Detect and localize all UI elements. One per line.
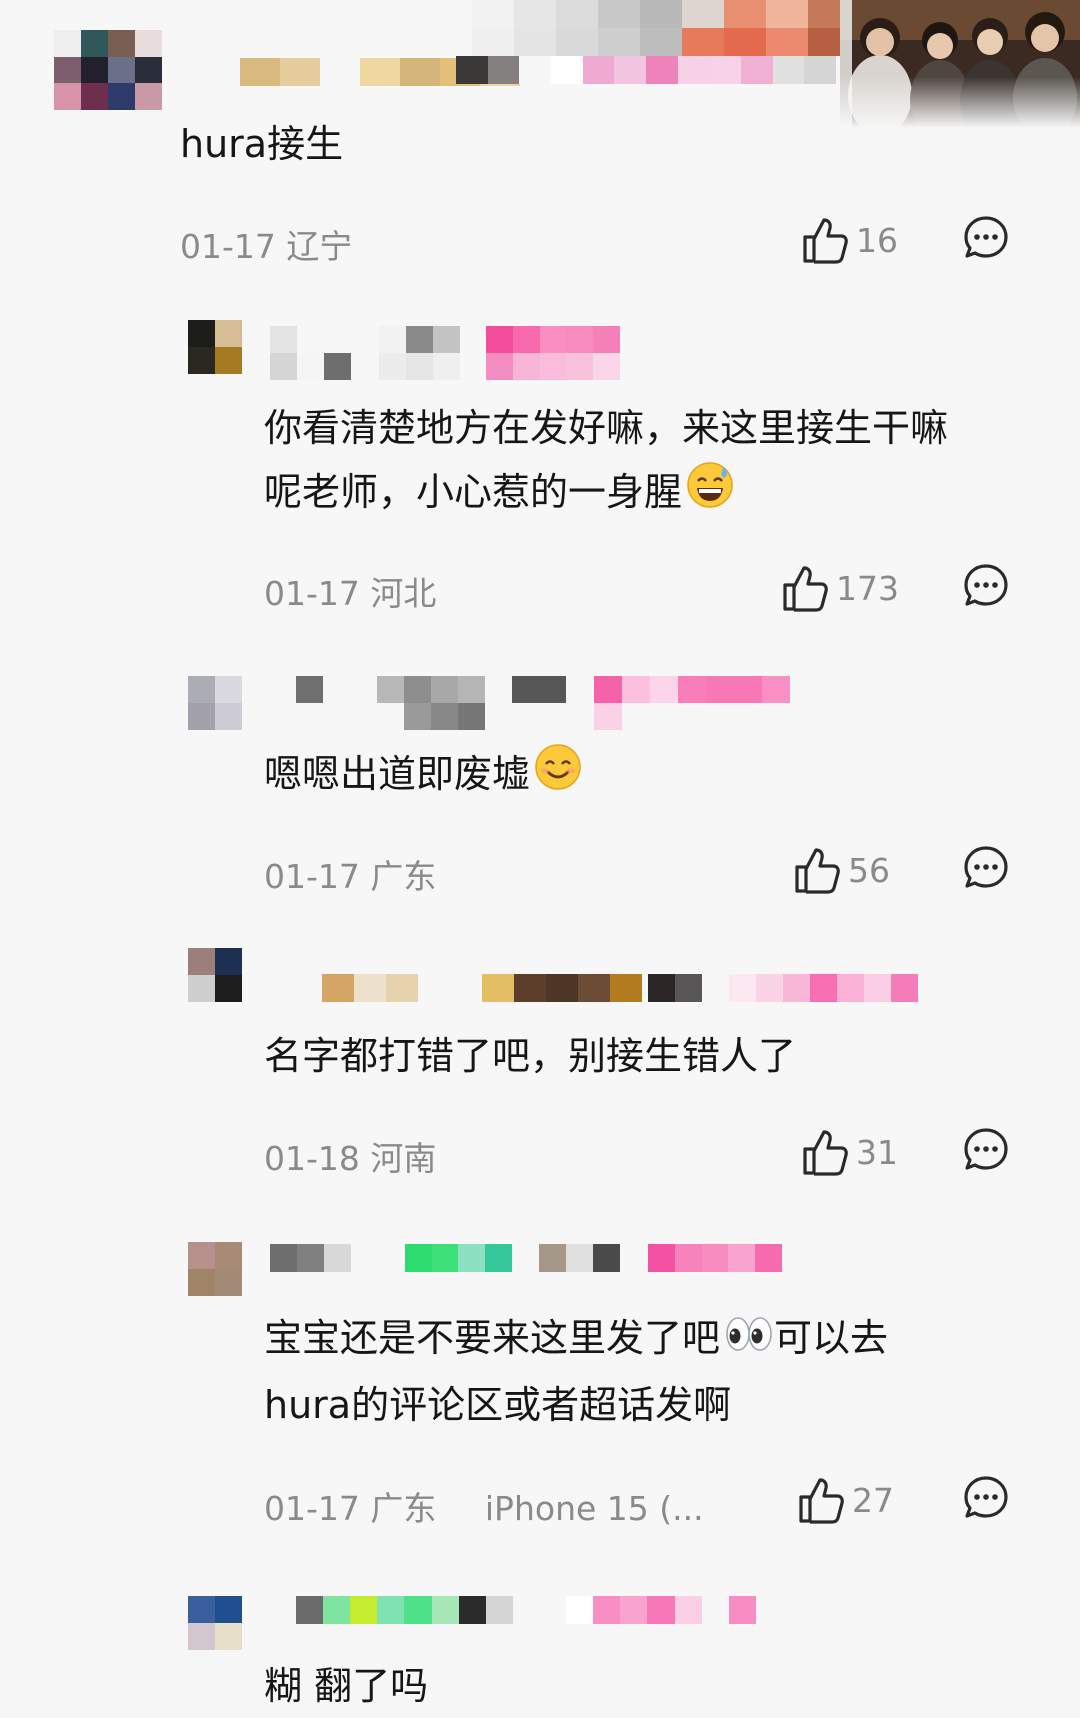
like-button[interactable]: 16 — [802, 216, 898, 264]
comment-meta: 01-17 辽宁 — [180, 220, 352, 268]
comment-date: 01-18 — [264, 1139, 360, 1178]
comment-bubble-icon — [962, 1126, 1010, 1174]
user-badge — [648, 1244, 782, 1272]
comment-meta: 01-18 河南 — [264, 1132, 436, 1180]
reply-button[interactable] — [962, 844, 1010, 892]
thumbs-up-icon — [802, 216, 848, 264]
user-badge — [456, 56, 836, 84]
username[interactable] — [270, 1244, 620, 1272]
like-count: 56 — [848, 850, 890, 890]
comment-meta: 01-17 河北 — [264, 567, 436, 615]
like-button[interactable]: 27 — [798, 1476, 894, 1524]
like-button[interactable]: 56 — [794, 846, 890, 894]
user-badge — [486, 326, 620, 380]
comment-date: 01-17 — [264, 574, 360, 613]
comment-line: 嗯嗯出道即废墟 — [264, 752, 531, 796]
comment-meta: 01-17 广东 iPhone 15 (... — [264, 1482, 704, 1530]
reply-button[interactable] — [962, 1474, 1010, 1522]
comment-text: 你看清楚地方在发好嘛，来这里接生干嘛 呢老师，小心惹的一身腥 — [264, 396, 948, 528]
comment-text: 糊 翻了吗 — [264, 1654, 428, 1718]
like-count: 173 — [836, 568, 899, 608]
avatar[interactable] — [188, 320, 242, 374]
avatar[interactable] — [188, 676, 242, 730]
comment-bubble-icon — [962, 844, 1010, 892]
comment-line: hura的评论区或者超话发啊 — [264, 1382, 732, 1427]
thumbs-up-icon — [802, 1128, 848, 1176]
comment-location: 辽宁 — [286, 227, 353, 266]
header-banner-image — [430, 0, 850, 56]
comment-location: 河北 — [370, 574, 437, 613]
comment-text: 嗯嗯出道即废墟 — [264, 742, 582, 810]
comment-line: 糊 翻了吗 — [264, 1664, 429, 1708]
like-button[interactable]: 31 — [802, 1128, 898, 1176]
comment-device: iPhone 15 (... — [484, 1489, 704, 1528]
thumbs-up-icon — [798, 1476, 844, 1524]
header-photo — [840, 0, 1080, 128]
user-badge — [594, 676, 790, 730]
like-count: 31 — [856, 1132, 898, 1172]
reply-button[interactable] — [962, 1126, 1010, 1174]
comment-line: 名字都打错了吧，别接生错人了 — [264, 1034, 797, 1078]
comment-text: hura接生 — [180, 112, 343, 176]
comment-text: 名字都打错了吧，别接生错人了 — [264, 1024, 796, 1088]
comment-bubble-icon — [962, 562, 1010, 610]
comment-bubble-icon — [962, 214, 1010, 262]
comment-location: 广东 — [370, 857, 437, 896]
thumbs-up-icon — [782, 564, 828, 612]
comment-line: 呢老师，小心惹的一身腥 — [264, 470, 683, 514]
sweat-smile-emoji-icon — [686, 461, 734, 528]
username[interactable] — [270, 326, 460, 380]
avatar[interactable] — [188, 948, 242, 1002]
avatar[interactable] — [188, 1242, 242, 1296]
comment-date: 01-17 — [264, 857, 360, 896]
user-badge — [566, 1596, 756, 1624]
avatar[interactable] — [54, 30, 162, 110]
username[interactable] — [296, 1596, 540, 1624]
comment-meta: 01-17 广东 — [264, 850, 436, 898]
comment-line: 宝宝还是不要来这里发了吧 — [264, 1316, 721, 1360]
reply-button[interactable] — [962, 214, 1010, 262]
comment-location: 河南 — [370, 1139, 437, 1178]
eyes-emoji-icon — [724, 1309, 774, 1373]
comment-date: 01-17 — [180, 227, 276, 266]
like-button[interactable]: 173 — [782, 564, 899, 612]
like-count: 16 — [856, 220, 898, 260]
username[interactable] — [296, 676, 566, 730]
user-badge — [648, 974, 918, 1002]
avatar[interactable] — [188, 1596, 242, 1650]
comment-date: 01-17 — [264, 1489, 360, 1528]
like-count: 27 — [852, 1480, 894, 1520]
smile-emoji-icon — [534, 743, 582, 810]
comment-location: 广东 — [370, 1489, 437, 1528]
comment-line: hura接生 — [180, 122, 344, 166]
reply-button[interactable] — [962, 562, 1010, 610]
comment-bubble-icon — [962, 1474, 1010, 1522]
comment-line-continuation: 可以去 — [774, 1316, 889, 1360]
thumbs-up-icon — [794, 846, 840, 894]
comment-text: 宝宝还是不要来这里发了吧 可以去 hura的评论区或者超话发啊 — [264, 1306, 888, 1437]
comment-line: 你看清楚地方在发好嘛，来这里接生干嘛 — [264, 406, 949, 450]
